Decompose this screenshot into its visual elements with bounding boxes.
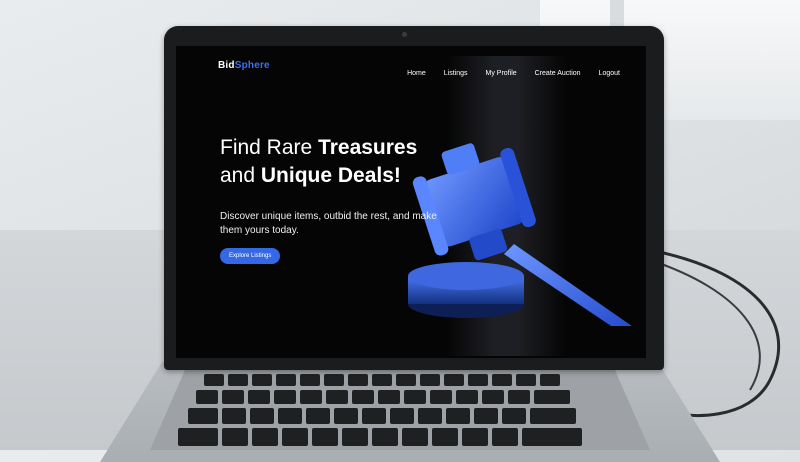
nav-logout[interactable]: Logout: [599, 70, 620, 77]
explore-listings-button[interactable]: Explore Listings: [220, 248, 281, 264]
webcam: [402, 32, 407, 37]
hero-title-light-1: Find Rare: [220, 136, 319, 159]
nav-create-auction[interactable]: Create Auction: [535, 70, 581, 77]
brand-name-part1: Bid: [218, 60, 235, 71]
hero-title: Find Rare Treasures and Unique Deals!: [220, 134, 460, 190]
website-screen: BidSphere Home Listings My Profile Creat…: [176, 46, 646, 358]
nav-home[interactable]: Home: [407, 70, 426, 77]
hero-title-light-2: and: [220, 164, 261, 187]
brand-logo[interactable]: BidSphere: [218, 60, 270, 71]
keyboard-keys: [178, 374, 582, 446]
hero-title-bold-2: Unique Deals!: [260, 164, 401, 187]
main-nav: Home Listings My Profile Create Auction …: [407, 70, 620, 77]
nav-my-profile[interactable]: My Profile: [486, 70, 517, 77]
hero-subtitle: Discover unique items, outbid the rest, …: [220, 211, 437, 236]
brand-name-part2: Sphere: [234, 60, 270, 71]
nav-listings[interactable]: Listings: [444, 70, 468, 77]
hero-title-bold-1: Treasures: [318, 136, 418, 159]
